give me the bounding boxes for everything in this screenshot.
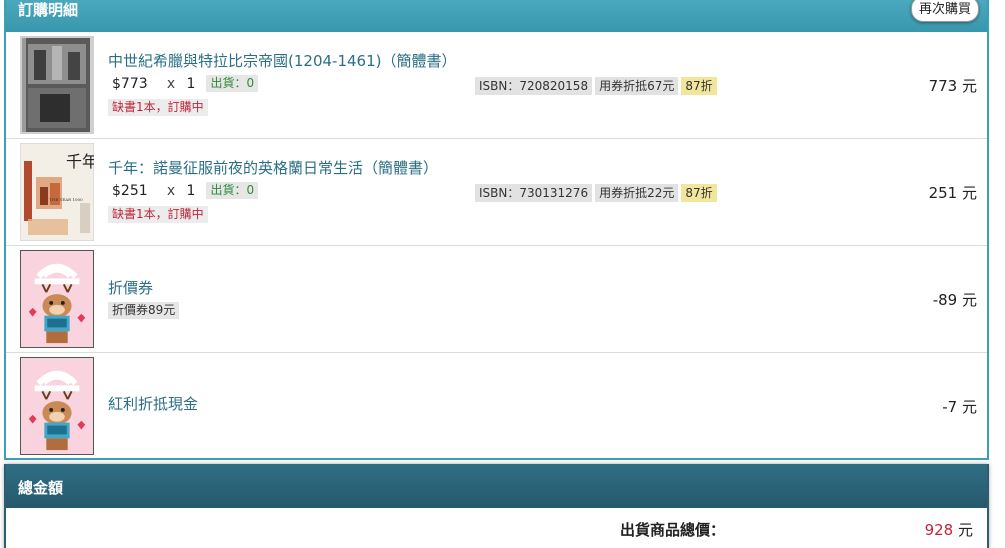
total-header: 總金額 xyxy=(6,464,987,508)
coupon-deduct-tag: 用券折抵67元 xyxy=(595,77,679,95)
total-panel: 總金額 出貨商品總價： 928 元 xyxy=(4,464,989,548)
cover-title-text: 千年 xyxy=(66,152,94,171)
discount-tag: 87折 xyxy=(681,184,717,202)
discount-tag: 87折 xyxy=(681,77,717,95)
unit-price: $773 xyxy=(112,76,148,92)
shipped-total-value: 928 元 xyxy=(925,519,973,540)
shipped-count-tag: 出貨：0 xyxy=(206,75,259,92)
shipped-total-label: 出貨商品總價： xyxy=(620,521,726,539)
item-price-line: $773 x 1 出貨：0 xyxy=(112,75,259,92)
unit-price: $251 xyxy=(112,183,148,199)
total-number: 928 xyxy=(924,521,954,539)
bonus-points-amount: -7 元 xyxy=(942,398,977,416)
order-details-title: 訂購明細 xyxy=(18,1,79,19)
rebuy-button[interactable]: 再次購買 xyxy=(910,0,979,22)
times-sign: x xyxy=(166,76,176,92)
coupon-amount: -89 元 xyxy=(932,291,977,309)
item-name-link[interactable]: 中世紀希臘與特拉比宗帝國(1204-1461)（簡體書） xyxy=(108,50,456,71)
item-price-line: $251 x 1 出貨：0 xyxy=(112,182,259,199)
item-name-link[interactable]: 千年：諾曼征服前夜的英格蘭日常生活（簡體書） xyxy=(108,157,438,178)
order-item-row: 中世紀希臘與特拉比宗帝國(1204-1461)（簡體書） $773 x 1 出貨：0… xyxy=(6,32,987,139)
book-cover-image[interactable] xyxy=(20,36,94,134)
isbn-tag: ISBN：720820158 xyxy=(475,77,593,95)
item-amount: 773 元 xyxy=(928,77,977,95)
item-amount: 251 元 xyxy=(928,184,977,202)
quantity: 1 xyxy=(186,183,196,199)
times-sign: x xyxy=(166,183,176,199)
bonus-points-row: 紅利折抵現金 -7 元 xyxy=(6,353,987,460)
total-unit: 元 xyxy=(953,521,973,539)
stock-status-tag: 缺書1本，訂購中 xyxy=(108,99,208,116)
coupon-name: 折價券 xyxy=(108,279,154,297)
book-cover-image[interactable]: 千年 THE YEAR 1000 xyxy=(20,143,94,241)
coupon-deduct-tag: 用券折抵22元 xyxy=(595,184,679,202)
order-details-panel: 訂購明細 再次購買 中世紀希臘與特拉比宗帝國(1204-1461)（簡體書） $… xyxy=(4,0,989,460)
deer-mascot-icon xyxy=(20,250,94,348)
total-title: 總金額 xyxy=(18,479,64,497)
cover-subtitle-text: THE YEAR 1000 xyxy=(49,197,83,202)
shipped-count-tag: 出貨：0 xyxy=(206,182,259,199)
deer-mascot-icon xyxy=(20,357,94,455)
coupon-row: 折價券 折價券89元 -89 元 xyxy=(6,246,987,353)
stock-status-tag: 缺書1本，訂購中 xyxy=(108,206,208,223)
order-item-row: 千年 THE YEAR 1000 千年：諾曼征服前夜的英格蘭日常生活（簡體書） … xyxy=(6,139,987,246)
quantity: 1 xyxy=(186,76,196,92)
order-details-header: 訂購明細 再次購買 xyxy=(6,0,987,32)
bonus-points-name: 紅利折抵現金 xyxy=(108,395,199,413)
item-tags: ISBN：720820158 用券折抵67元 87折 xyxy=(475,75,717,95)
coupon-amount-tag: 折價券89元 xyxy=(108,302,180,319)
item-tags: ISBN：730131276 用券折抵22元 87折 xyxy=(475,182,717,202)
isbn-tag: ISBN：730131276 xyxy=(475,184,593,202)
